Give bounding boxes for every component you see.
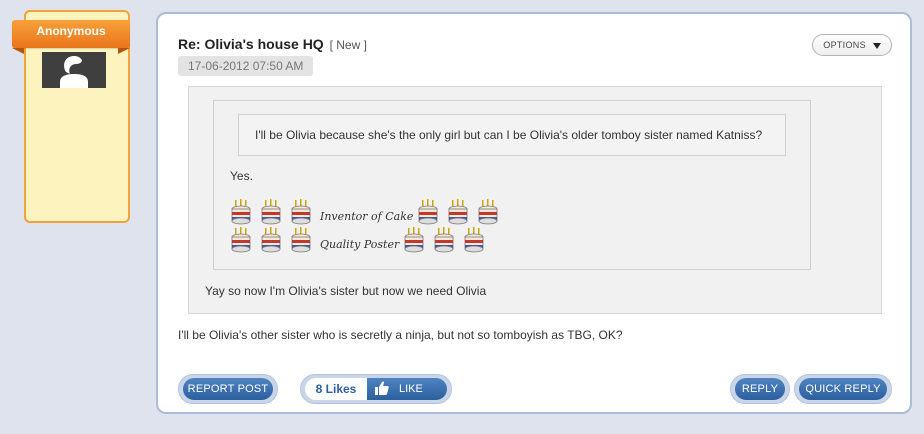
post-date: 17-06-2012 07:50 AM	[178, 56, 314, 76]
quick-reply-button[interactable]: QUICK REPLY	[799, 378, 887, 400]
likes-count[interactable]: 8 Likes	[305, 378, 367, 400]
reply-pill: REPLY	[730, 374, 790, 404]
options-button[interactable]: OPTIONS	[812, 34, 892, 56]
post-title-text[interactable]: Re: Olivia's house HQ	[178, 36, 324, 52]
quick-reply-pill: QUICK REPLY	[794, 374, 892, 404]
chevron-down-icon	[872, 42, 881, 49]
thumbs-up-icon	[375, 381, 389, 395]
like-button[interactable]: LIKE	[367, 378, 447, 400]
quote-inner-text: Yes.	[230, 169, 253, 183]
likes-pill: 8 Likes LIKE	[300, 374, 452, 404]
signature-line-1: Inventor of Cake	[230, 199, 507, 225]
avatar-silhouette-icon	[42, 52, 106, 88]
cake-icon	[290, 227, 312, 253]
cake-icon	[260, 199, 282, 225]
avatar[interactable]	[42, 52, 106, 88]
signature-text-2: Quality Poster	[320, 238, 400, 251]
quote-nested: I'll be Olivia because she's the only gi…	[238, 114, 786, 156]
cake-icon	[463, 227, 485, 253]
cake-icon	[290, 199, 312, 225]
like-label: LIKE	[399, 383, 423, 395]
cake-icon	[447, 199, 469, 225]
cake-icon	[417, 199, 439, 225]
quote-inner: I'll be Olivia because she's the only gi…	[213, 100, 811, 270]
cake-icon	[477, 199, 499, 225]
report-post-pill: REPORT POST	[178, 374, 278, 404]
cake-icon	[260, 227, 282, 253]
cake-icon	[230, 227, 252, 253]
reply-button[interactable]: REPLY	[735, 378, 785, 400]
signature-line-2: Quality Poster	[230, 227, 493, 253]
post-title[interactable]: Re: Olivia's house HQ [ New ]	[178, 36, 367, 52]
post-body: I'll be Olivia's other sister who is sec…	[178, 328, 623, 342]
options-label: OPTIONS	[823, 40, 866, 50]
cake-icon	[403, 227, 425, 253]
report-post-button[interactable]: REPORT POST	[183, 378, 273, 400]
cake-icon	[433, 227, 455, 253]
cake-icon	[230, 199, 252, 225]
username-label[interactable]: Anonymous	[12, 20, 130, 54]
quote-outer: I'll be Olivia because she's the only gi…	[188, 86, 882, 314]
new-tag: [ New ]	[329, 38, 367, 52]
quote-outer-text: Yay so now I'm Olivia's sister but now w…	[205, 284, 487, 298]
post-card: Re: Olivia's house HQ [ New ] 17-06-2012…	[156, 12, 912, 414]
signature-text-1: Inventor of Cake	[320, 210, 414, 223]
